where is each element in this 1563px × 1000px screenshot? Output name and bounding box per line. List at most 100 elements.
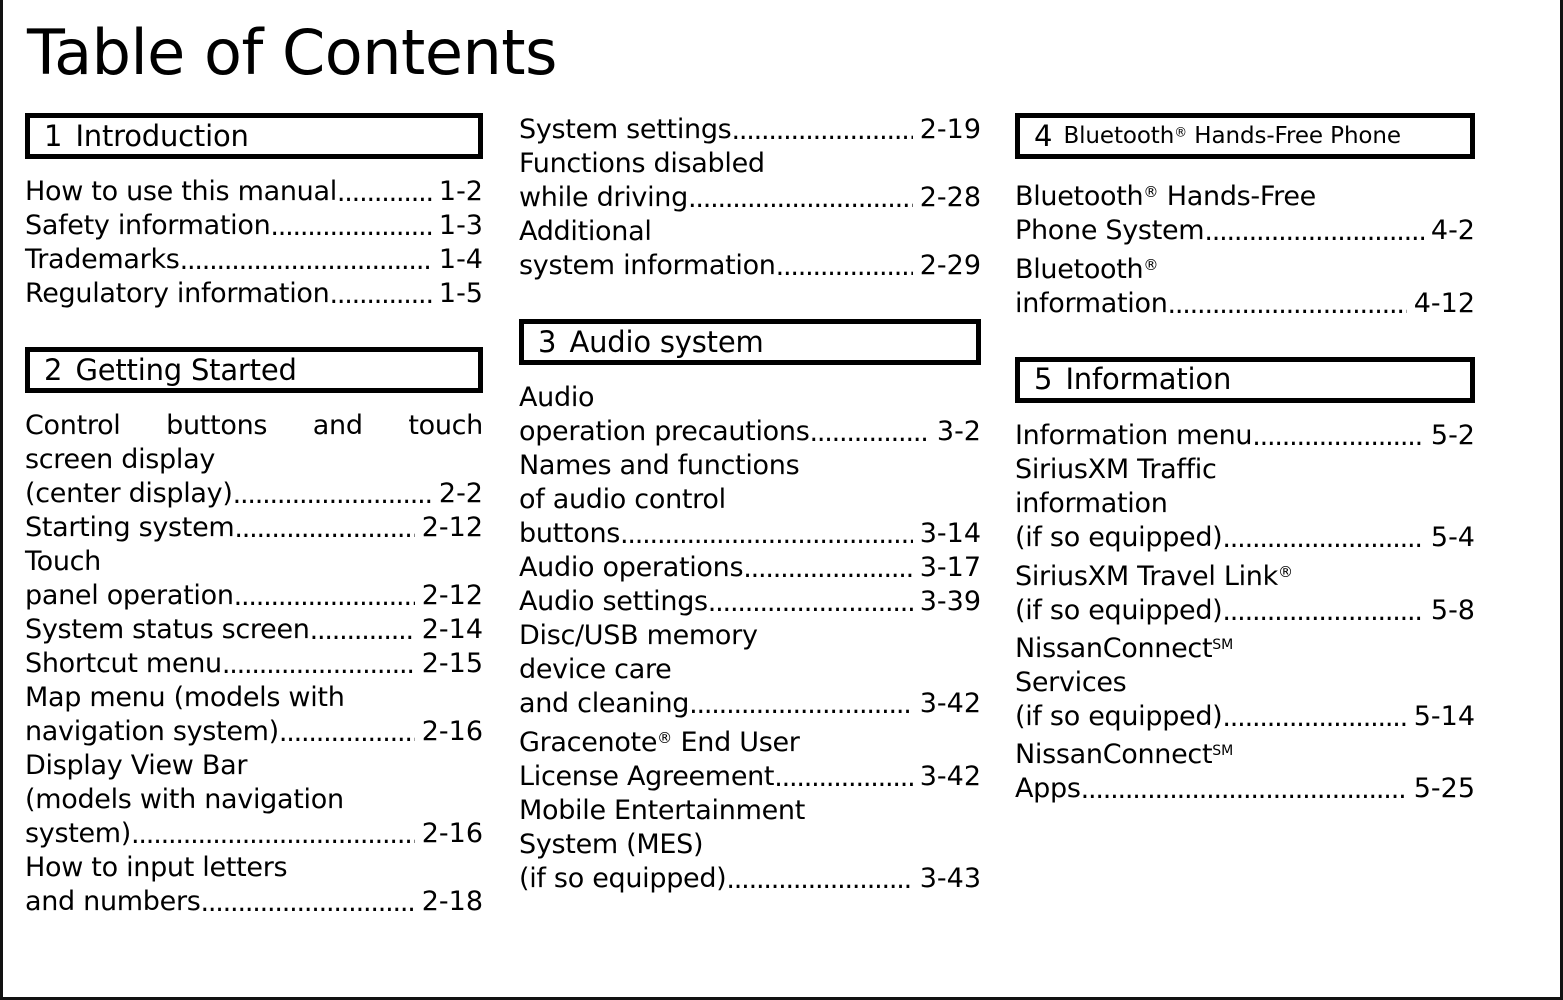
toc-entry-line: Bluetooth® (1015, 253, 1159, 285)
toc-entry-text: (if so equipped) (1015, 521, 1223, 553)
toc-entry-page: 3-14 (919, 518, 981, 549)
toc-entry-page: 2-29 (919, 250, 981, 281)
toc-entry[interactable]: SiriusXM Traffic information (if so equipp… (1015, 453, 1475, 555)
service-mark: SM (1212, 636, 1234, 653)
leader-dots: ........................................… (309, 615, 415, 646)
leader-dots: ........................................… (775, 251, 913, 282)
leader-dots: ........................................… (726, 863, 912, 895)
toc-entry-line: information (1015, 487, 1168, 519)
toc-entry[interactable]: Shortcut menu...........................… (25, 647, 483, 681)
toc-entry-line: Disc/USB memory (519, 620, 758, 651)
toc-entry[interactable]: Bluetooth® information...................… (1015, 248, 1475, 321)
section-header-4[interactable]: 4 Bluetooth® Hands-Free Phone (1015, 113, 1475, 159)
toc-entry-page: 1-2 (438, 176, 483, 207)
toc-entry[interactable]: Mobile Entertainment System (MES) (if so e… (519, 794, 981, 896)
toc-entry[interactable]: Display View Bar (models with navigation s… (25, 749, 483, 851)
toc-entry-page: 1-3 (438, 210, 483, 241)
toc-entry-text: system information (519, 250, 776, 281)
toc-entry-page: 2-12 (421, 580, 483, 611)
toc-entry-line: Map menu (models with (25, 682, 345, 713)
section-number: 4 (1034, 118, 1053, 153)
toc-entry-line: SiriusXM Travel Link® (1015, 560, 1294, 592)
section-header-3[interactable]: 3 Audio system (519, 319, 981, 365)
toc-entry-last-line: (if so equipped)........................… (1015, 521, 1475, 555)
toc-entry-line: device care (519, 654, 672, 685)
toc-entry[interactable]: NissanConnectSM Services (if so equipped).… (1015, 628, 1475, 734)
toc-entry[interactable]: Trademarks..............................… (25, 243, 483, 277)
toc-entry-last-line: and numbers.............................… (25, 885, 483, 919)
toc-entry[interactable]: Control buttons and touch screen display (cen… (25, 409, 483, 511)
toc-entry-page: 5-2 (1430, 419, 1475, 451)
section-number: 2 (44, 352, 63, 387)
toc-entry-text: System status screen (25, 614, 310, 645)
leader-dots: ........................................… (179, 245, 432, 276)
leader-dots: ........................................… (1222, 595, 1423, 627)
toc-entry-word: touch (408, 410, 483, 441)
section-number: 1 (44, 118, 63, 153)
toc-entry[interactable]: How to input letters and numbers.........… (25, 851, 483, 919)
toc-entry-last-line: Regulatory information..................… (25, 277, 483, 311)
page-title: Table of Contents (27, 16, 557, 89)
toc-entry-text: Apps (1015, 772, 1081, 804)
toc-entry-last-line: (if so equipped)........................… (1015, 700, 1475, 734)
toc-entry-last-line: Safety information......................… (25, 209, 483, 243)
toc-entry-page: 2-16 (421, 818, 483, 849)
toc-entry-last-line: Audio operations........................… (519, 551, 981, 585)
section-number: 3 (538, 324, 557, 359)
toc-entry-page: 2-14 (421, 614, 483, 645)
toc-entry-page: 4-2 (1430, 214, 1475, 246)
toc-entry[interactable]: Information menu........................… (1015, 419, 1475, 453)
toc-entry-last-line: operation precautions...................… (519, 415, 981, 449)
toc-entry-page: 5-25 (1413, 772, 1475, 804)
registered-mark: ® (1143, 255, 1159, 274)
leader-dots: ........................................… (689, 689, 913, 720)
service-mark: SM (1212, 742, 1234, 759)
toc-entry-text: (if so equipped) (1015, 700, 1223, 732)
toc-entry-text: Phone System (1015, 214, 1205, 246)
leader-dots: ........................................… (131, 819, 415, 850)
toc-entry[interactable]: Audio operation precautions..............… (519, 381, 981, 449)
toc-entry-line: SiriusXM Traffic (1015, 453, 1217, 485)
toc-entry-text: (if so equipped) (519, 862, 727, 894)
toc-entry[interactable]: Functions disabled while driving.........… (519, 147, 981, 215)
toc-entry-text: System settings (519, 114, 732, 145)
toc-entry-last-line: panel operation.........................… (25, 579, 483, 613)
section-header-1[interactable]: 1 Introduction (25, 113, 483, 159)
toc-entry[interactable]: Bluetooth® Hands-Free Phone System.......… (1015, 175, 1475, 248)
section-name: Getting Started (75, 352, 297, 387)
toc-entry-text: Trademarks (25, 244, 180, 275)
toc-entry-word: buttons (166, 410, 268, 441)
toc-entry-text: Regulatory information (25, 278, 330, 309)
leader-dots: ........................................… (731, 115, 912, 146)
toc-entry[interactable]: Audio operations........................… (519, 551, 981, 585)
toc-entry[interactable]: Map menu (models with navigation system).… (25, 681, 483, 749)
toc-entry[interactable]: Gracenote® End User License Agreement....… (519, 721, 981, 794)
leader-dots: ........................................… (1167, 288, 1407, 320)
toc-entry[interactable]: NissanConnectSM Apps.....................… (1015, 734, 1475, 806)
toc-entry-page: 3-42 (919, 688, 981, 719)
toc-entry[interactable]: Regulatory information..................… (25, 277, 483, 311)
toc-entry[interactable]: System settings.........................… (519, 113, 981, 147)
toc-entry-last-line: Information menu........................… (1015, 419, 1475, 453)
section-header-5[interactable]: 5 Information (1015, 356, 1475, 403)
toc-entry[interactable]: How to use this manual..................… (25, 175, 483, 209)
leader-dots: ........................................… (707, 587, 913, 618)
toc-entry[interactable]: SiriusXM Travel Link® (if so equipped)...… (1015, 555, 1475, 628)
toc-entry-text: Audio operations (519, 552, 744, 583)
toc-entry[interactable]: Audio settings..........................… (519, 585, 981, 619)
toc-entry[interactable]: System status screen....................… (25, 613, 483, 647)
toc-entry[interactable]: Touch panel operation....................… (25, 545, 483, 613)
toc-entry-last-line: navigation system)......................… (25, 715, 483, 749)
toc-entry[interactable]: Starting system.........................… (25, 511, 483, 545)
toc-entry-line: screen display (25, 444, 216, 475)
leader-dots: ........................................… (1222, 701, 1407, 733)
toc-entry[interactable]: Disc/USB memory device care and cleaning..… (519, 619, 981, 721)
toc-entry-text: navigation system) (25, 716, 279, 747)
toc-entry-line: Bluetooth® Hands-Free (1015, 180, 1316, 212)
toc-entry-text: information (1015, 287, 1168, 319)
toc-entry[interactable]: Names and functions of audio control butto… (519, 449, 981, 551)
toc-entry[interactable]: Safety information......................… (25, 209, 483, 243)
section-header-2[interactable]: 2 Getting Started (25, 347, 483, 393)
toc-column-1: 1 Introduction How to use this manual.....… (3, 113, 503, 919)
toc-entry[interactable]: Additional system information............… (519, 215, 981, 283)
